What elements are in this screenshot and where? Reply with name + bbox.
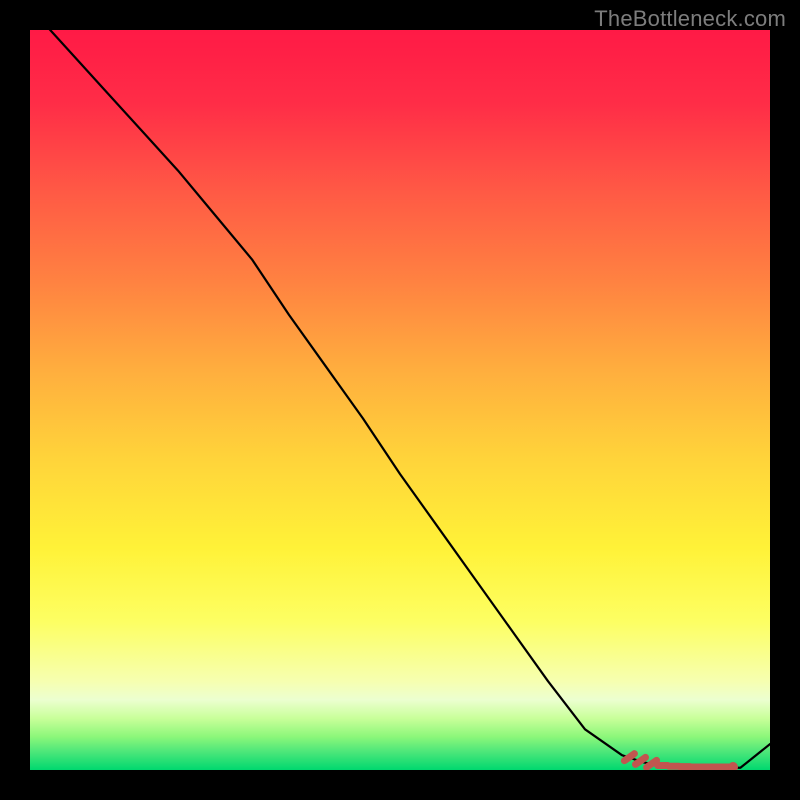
watermark-text: TheBottleneck.com <box>594 6 786 32</box>
chart-stage: TheBottleneck.com <box>0 0 800 800</box>
plot-area <box>30 30 770 770</box>
gradient-background <box>30 30 770 770</box>
plot-svg <box>30 30 770 770</box>
